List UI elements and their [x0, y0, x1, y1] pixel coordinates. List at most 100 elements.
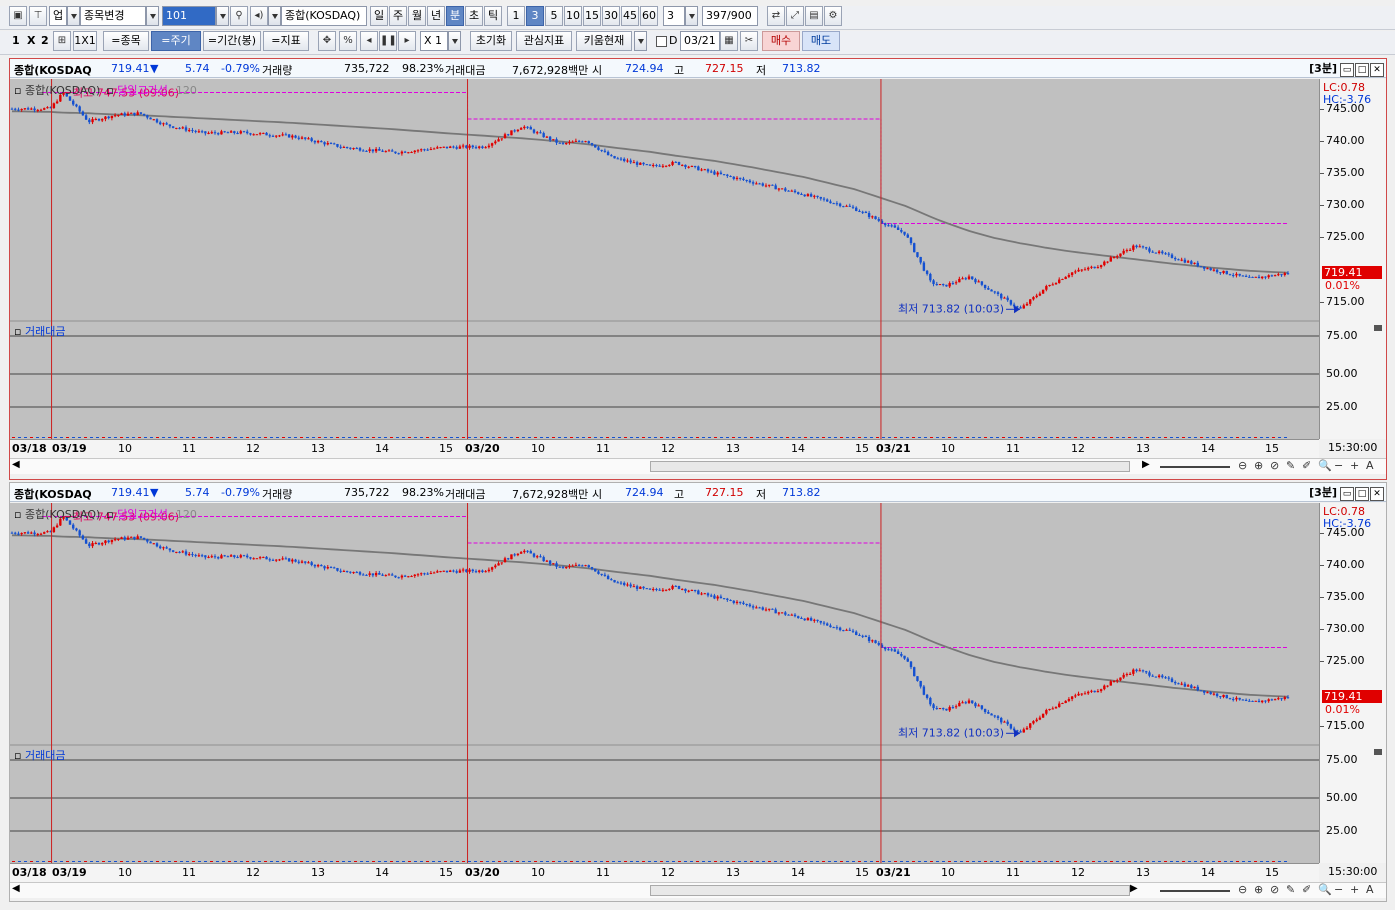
trend-icon[interactable]: ⤢ [786, 6, 804, 26]
move-icon[interactable]: ✥ [318, 31, 336, 51]
scroll-thumb[interactable] [650, 461, 1130, 472]
zoom-in-icon[interactable]: ⊕ [1254, 459, 1263, 472]
zoom-out-icon[interactable]: ⊖ [1238, 459, 1247, 472]
interval-tab-30[interactable]: 30 [602, 6, 620, 26]
indicator-button[interactable]: =지표 [263, 31, 309, 51]
date-input[interactable]: 03/21 [680, 31, 720, 51]
pen-icon[interactable]: ✎ [1286, 459, 1295, 472]
speaker-icon[interactable]: ◂) [250, 6, 268, 26]
buy-button[interactable]: 매수 [762, 31, 800, 51]
scroll-right-icon[interactable]: ▶ [1142, 459, 1150, 470]
percent-icon[interactable]: % [339, 31, 357, 51]
period-tab-3[interactable]: 년 [427, 6, 445, 26]
symbol-button[interactable]: =종목 [103, 31, 149, 51]
grid-icon[interactable]: ⊞ [53, 31, 71, 51]
scroll-right-icon[interactable]: ▶ [1130, 883, 1138, 894]
price-chart-area[interactable]: 최고 747.53 (09:06) 최저 713.82 (10:03) ▫ 종합(K… [10, 503, 1319, 863]
date-checkbox[interactable] [656, 36, 667, 47]
minimize-icon[interactable]: ▭ [1340, 487, 1354, 501]
window-icon[interactable]: ▣ [9, 6, 27, 26]
minus-icon[interactable]: − [1334, 883, 1343, 896]
volume-panel-icon[interactable] [1374, 749, 1382, 755]
candle-body [697, 166, 700, 171]
sell-button[interactable]: 매도 [802, 31, 840, 51]
pause-icon[interactable]: ❚❚ [379, 31, 397, 51]
scrollbar[interactable]: ◀ ▶ ⊖ ⊕ ⊘ ✎ ✐ 🔍 − + A [10, 458, 1386, 474]
period-tab-4[interactable]: 분 [446, 6, 464, 26]
erase-icon[interactable]: ✐ [1302, 883, 1311, 896]
draw-icon[interactable]: ⊘ [1270, 883, 1279, 896]
compare-icon[interactable]: ⇄ [767, 6, 785, 26]
zoom-select[interactable]: X 1 [420, 31, 448, 51]
market-dropdown[interactable] [67, 6, 80, 26]
period-tab-0[interactable]: 일 [370, 6, 388, 26]
erase-icon[interactable]: ✐ [1302, 459, 1311, 472]
zoom-slider[interactable] [1160, 466, 1230, 468]
search-zoom-icon[interactable]: 🔍 [1318, 459, 1332, 472]
market-select[interactable]: 업 [49, 6, 67, 26]
font-icon[interactable]: A [1366, 459, 1374, 472]
scroll-left-icon[interactable]: ◀ [12, 883, 20, 894]
code-dropdown[interactable] [216, 6, 229, 26]
code-input[interactable]: 101 [162, 6, 216, 26]
symbol-dropdown[interactable] [146, 6, 159, 26]
prev-icon[interactable]: ◂ [360, 31, 378, 51]
interval-select[interactable]: 3 [663, 6, 685, 26]
interval-tab-45[interactable]: 45 [621, 6, 639, 26]
pin-icon[interactable]: ⊤ [29, 6, 47, 26]
zoom-dropdown[interactable] [448, 31, 461, 51]
interval-tab-5[interactable]: 5 [545, 6, 563, 26]
font-icon[interactable]: A [1366, 883, 1374, 896]
search-icon[interactable]: ⚲ [230, 6, 248, 26]
period-tab-1[interactable]: 주 [389, 6, 407, 26]
volume-bar [906, 437, 909, 438]
scissors-icon[interactable]: ✂ [740, 31, 758, 51]
scrollbar[interactable]: ◀ ▶ ⊖ ⊕ ⊘ ✎ ✐ 🔍 − + A [10, 882, 1386, 898]
volume-panel-icon[interactable] [1374, 325, 1382, 331]
interval-dropdown[interactable] [685, 6, 698, 26]
minus-icon[interactable]: − [1334, 459, 1343, 472]
interval-tab-60[interactable]: 60 [640, 6, 658, 26]
layout-2[interactable]: 2 [41, 31, 49, 51]
draw-icon[interactable]: ⊘ [1270, 459, 1279, 472]
interval-tab-1[interactable]: 1 [507, 6, 525, 26]
plus-icon[interactable]: + [1350, 459, 1359, 472]
grid-button[interactable]: 1X1 [73, 31, 97, 51]
zoom-out-icon[interactable]: ⊖ [1238, 883, 1247, 896]
interval-tab-3[interactable]: 3 [526, 6, 544, 26]
candle-body [307, 138, 310, 140]
save-icon[interactable]: ▤ [805, 6, 823, 26]
pen-icon[interactable]: ✎ [1286, 883, 1295, 896]
reset-button[interactable]: 초기화 [470, 31, 512, 51]
range-button[interactable]: =기간(봉) [203, 31, 261, 51]
close-icon[interactable]: ✕ [1370, 63, 1384, 77]
interval-tab-10[interactable]: 10 [564, 6, 582, 26]
gear-icon[interactable]: ⚙ [824, 6, 842, 26]
volume-bar [276, 861, 279, 862]
zoom-slider[interactable] [1160, 890, 1230, 892]
price-chart-area[interactable]: 최고 747.53 (09:06) 최저 713.82 (10:03) ▫ 종합(K… [10, 79, 1319, 439]
period-button[interactable]: =주기 [151, 31, 201, 51]
symbol-change-input[interactable]: 종목변경 [80, 6, 146, 26]
close-icon[interactable]: ✕ [1370, 487, 1384, 501]
count-field[interactable]: 397/900 [702, 6, 758, 26]
search-zoom-icon[interactable]: 🔍 [1318, 883, 1332, 896]
maximize-icon[interactable]: □ [1355, 487, 1369, 501]
calendar-icon[interactable]: ▦ [720, 31, 738, 51]
maximize-icon[interactable]: □ [1355, 63, 1369, 77]
next-icon[interactable]: ▸ [398, 31, 416, 51]
scroll-thumb[interactable] [650, 885, 1130, 896]
period-tab-2[interactable]: 월 [408, 6, 426, 26]
interest-indicator-button[interactable]: 관심지표 [516, 31, 572, 51]
scroll-left-icon[interactable]: ◀ [12, 459, 20, 470]
interval-tab-15[interactable]: 15 [583, 6, 601, 26]
zoom-in-icon[interactable]: ⊕ [1254, 883, 1263, 896]
minimize-icon[interactable]: ▭ [1340, 63, 1354, 77]
period-tab-6[interactable]: 틱 [484, 6, 502, 26]
speaker-dropdown[interactable] [268, 6, 281, 26]
period-tab-5[interactable]: 초 [465, 6, 483, 26]
kiwoom-dropdown[interactable] [634, 31, 647, 51]
plus-icon[interactable]: + [1350, 883, 1359, 896]
kiwoom-current-button[interactable]: 키움현재 [576, 31, 632, 51]
layout-1[interactable]: 1 [12, 31, 20, 51]
